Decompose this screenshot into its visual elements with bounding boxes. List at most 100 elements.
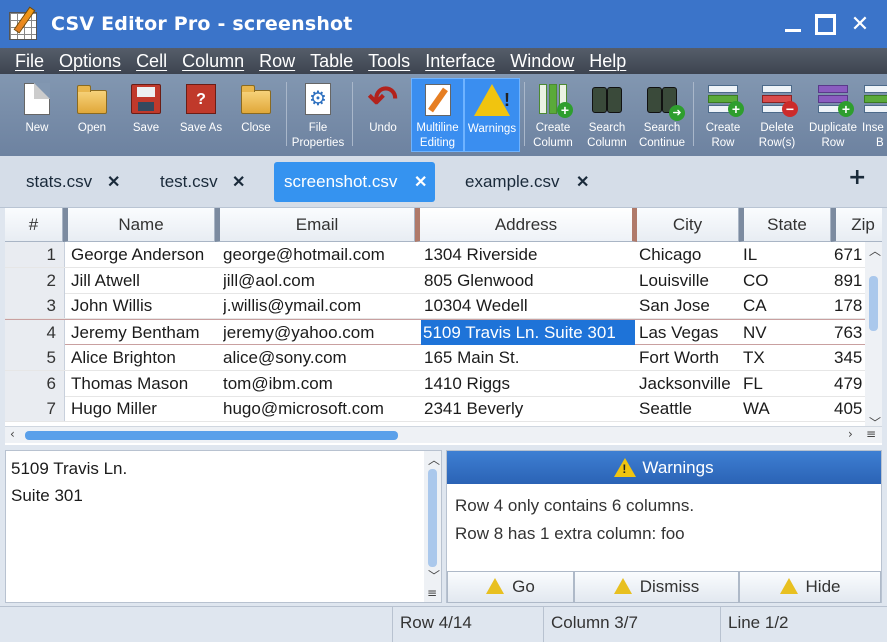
table-cell[interactable]: TX [743,345,831,370]
table-cell[interactable]: John Willis [71,293,221,318]
tab-close-icon[interactable]: ✕ [232,172,245,192]
table-cell[interactable]: Jill Atwell [71,268,221,293]
row-number-cell[interactable]: 2 [5,267,65,293]
header-name[interactable]: Name [63,208,215,242]
insert-row-button-partial[interactable]: Inse B [862,78,887,152]
header-email[interactable]: Email [215,208,415,242]
menu-interface[interactable]: Interface [419,51,501,72]
table-cell[interactable]: 763 [834,320,864,345]
multiline-editor[interactable]: 5109 Travis Ln. Suite 301 ︿ ﹀ ≡ [5,450,442,603]
header-row-number[interactable]: # [5,208,63,242]
table-cell[interactable]: FL [743,371,831,396]
table-cell[interactable]: 2341 Beverly [424,396,636,421]
table-cell[interactable]: 1304 Riverside [424,242,636,267]
header-state[interactable]: State [739,208,831,242]
header-city[interactable]: City [637,208,739,242]
row-number-cell[interactable]: 6 [5,370,65,396]
scroll-right-icon[interactable]: › [848,427,853,441]
scroll-up-icon[interactable]: ︿ [869,242,881,259]
table-cell[interactable]: Thomas Mason [71,371,221,396]
table-row[interactable]: 7 Hugo Miller hugo@microsoft.com 2341 Bever… [5,396,882,423]
file-properties-button[interactable]: ⚙ File Properties [290,78,346,152]
table-cell[interactable]: 891 [834,268,864,293]
table-cell[interactable]: george@hotmail.com [223,242,419,267]
warnings-button[interactable]: ! Warnings [464,78,520,152]
table-cell[interactable]: San Jose [639,293,741,318]
table-cell[interactable]: 405 [834,396,864,421]
tab-stats[interactable]: stats.csv ✕ [14,162,138,202]
editor-scroll-thumb[interactable] [428,469,437,567]
search-continue-button[interactable]: ➜ Search Continue [636,78,688,152]
row-number-cell[interactable]: 1 [5,242,65,267]
table-cell[interactable]: tom@ibm.com [223,371,419,396]
save-button[interactable]: Save [121,78,171,152]
header-address[interactable]: Address [415,208,637,242]
row-number-cell[interactable]: 7 [5,396,65,422]
new-button[interactable]: New [12,78,62,152]
table-cell[interactable]: Jacksonville [639,371,741,396]
table-cell[interactable]: Hugo Miller [71,396,221,421]
table-cell[interactable]: Louisville [639,268,741,293]
table-cell[interactable]: Seattle [639,396,741,421]
header-zip[interactable]: Zip [831,208,882,242]
menu-column[interactable]: Column [176,51,250,72]
minimize-button[interactable] [776,8,810,40]
tab-screenshot[interactable]: screenshot.csv ✕ [274,162,435,202]
table-cell[interactable]: 1410 Riggs [424,371,636,396]
menu-row[interactable]: Row [253,51,301,72]
multiline-editing-button[interactable]: Multiline Editing [411,78,464,152]
table-row[interactable]: 5 Alice Brighton alice@sony.com 165 Main St… [5,344,882,371]
close-file-button[interactable]: Close [231,78,281,152]
table-row[interactable]: 1 George Anderson george@hotmail.com 1304 R… [5,242,882,268]
tab-close-icon[interactable]: ✕ [107,172,120,192]
maximize-button[interactable] [808,8,842,40]
table-cell[interactable]: CA [743,293,831,318]
add-tab-icon[interactable]: + [848,165,866,190]
table-cell[interactable]: 178 [834,293,864,318]
horizontal-scrollbar[interactable]: ‹ › ≡ [5,426,882,443]
scroll-down-icon[interactable]: ﹀ [428,567,440,584]
row-number-cell[interactable]: 3 [5,293,65,319]
table-cell[interactable]: jeremy@yahoo.com [223,320,419,345]
table-row[interactable]: 2 Jill Atwell jill@aol.com 805 Glenwood Loui… [5,267,882,294]
vertical-scroll-thumb[interactable] [869,276,878,331]
table-cell[interactable]: 5109 Travis Ln. Suite 301 [421,320,635,346]
table-cell[interactable]: 345 [834,345,864,370]
search-column-button[interactable]: Search Column [582,78,632,152]
table-cell[interactable]: hugo@microsoft.com [223,396,419,421]
scroll-up-icon[interactable]: ︿ [428,451,440,468]
horizontal-scroll-thumb[interactable] [25,431,398,440]
table-cell[interactable]: 805 Glenwood [424,268,636,293]
menu-options[interactable]: Options [53,51,127,72]
hide-button[interactable]: Hide [739,571,881,603]
csv-grid[interactable]: # Name Email Address City State Zip 1 Geo… [5,208,882,445]
table-row[interactable]: 4 Jeremy Bentham jeremy@yahoo.com 5109 Trav… [5,319,882,346]
table-cell[interactable]: 479 [834,371,864,396]
table-row[interactable]: 3 John Willis j.willis@ymail.com 10304 Wede… [5,293,882,320]
create-row-button[interactable]: + Create Row [698,78,748,152]
save-as-button[interactable]: ? Save As [175,78,227,152]
row-number-cell[interactable]: 5 [5,344,65,370]
warning-message[interactable]: Row 4 only contains 6 columns. [455,496,694,516]
undo-button[interactable]: ↶ Undo [358,78,408,152]
tab-example[interactable]: example.csv ✕ [452,162,602,202]
open-button[interactable]: Open [67,78,117,152]
table-cell[interactable]: NV [743,320,831,345]
dismiss-button[interactable]: Dismiss [574,571,739,603]
table-cell[interactable]: CO [743,268,831,293]
go-button[interactable]: Go [447,571,574,603]
table-row[interactable]: 6 Thomas Mason tom@ibm.com 1410 Riggs Jackso… [5,370,882,397]
table-cell[interactable]: WA [743,396,831,421]
table-cell[interactable]: 165 Main St. [424,345,636,370]
row-number-cell[interactable]: 4 [5,320,65,346]
table-cell[interactable]: Las Vegas [639,320,741,345]
table-cell[interactable]: George Anderson [71,242,221,267]
close-window-button[interactable]: ✕ [843,8,877,40]
tab-test[interactable]: test.csv ✕ [148,162,258,202]
table-cell[interactable]: 671 [834,242,864,267]
tab-close-icon[interactable]: ✕ [414,172,427,192]
table-cell[interactable]: Fort Worth [639,345,741,370]
tab-close-icon[interactable]: ✕ [576,172,589,192]
menu-window[interactable]: Window [504,51,580,72]
create-column-button[interactable]: + Create Column [528,78,578,152]
